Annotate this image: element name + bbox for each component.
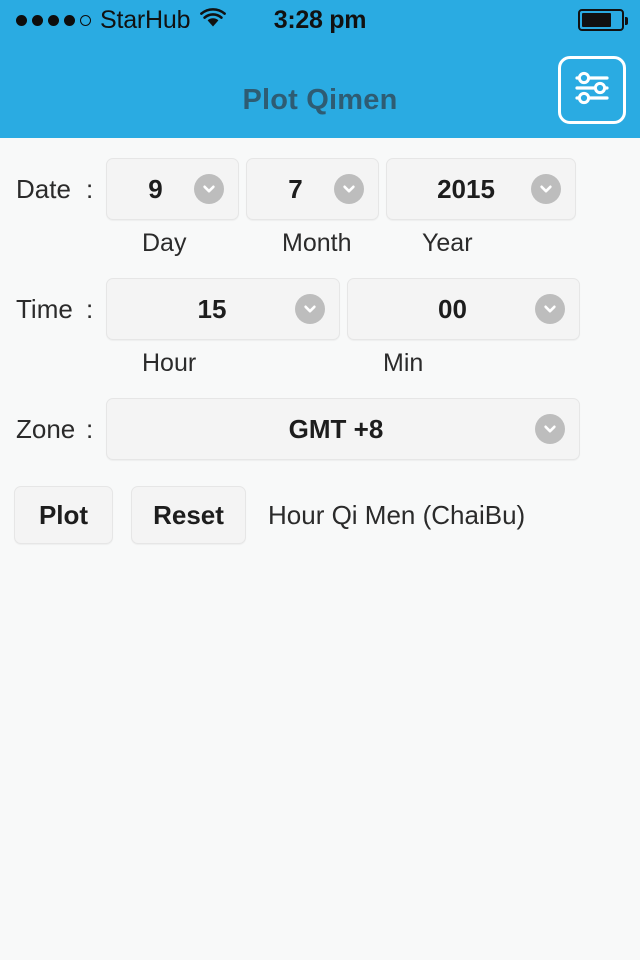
carrier-name: StarHub	[100, 5, 191, 34]
status-bar: StarHub 3:28 pm	[0, 0, 640, 40]
time-row-label: Time	[16, 294, 73, 324]
qimen-form: Date : 9 Day 7 Month 2015 Year Time: 15…	[0, 138, 640, 544]
date-row-label: Date	[16, 174, 71, 204]
wifi-icon	[199, 7, 227, 34]
time-row-colon: :	[86, 294, 94, 324]
chevron-down-icon[interactable]	[295, 294, 325, 324]
status-bar-right	[578, 9, 628, 31]
zone-value: GMT +8	[288, 413, 384, 444]
date-fields: 9 Day 7 Month 2015 Year	[106, 158, 576, 258]
hour-sub-label: Hour	[142, 349, 197, 377]
date-row: Date : 9 Day 7 Month 2015 Year	[0, 138, 640, 258]
hour-select[interactable]: 15	[106, 278, 340, 340]
app-screen: StarHub 3:28 pm Plot Qimen Date: 9 Day …	[0, 0, 640, 960]
chevron-down-icon[interactable]	[535, 414, 565, 444]
hour-value: 15	[197, 293, 227, 324]
day-sub-label: Day	[142, 229, 187, 257]
status-bar-left: StarHub	[16, 6, 227, 35]
month-value: 7	[288, 173, 303, 204]
zone-field-group: GMT +8	[106, 398, 580, 460]
year-select[interactable]: 2015	[386, 158, 576, 220]
zone-select[interactable]: GMT +8	[106, 398, 580, 460]
signal-dot-filled	[64, 14, 75, 26]
settings-button[interactable]	[558, 56, 626, 124]
minute-field-group: 00 Min	[347, 278, 580, 378]
date-row-colon: :	[86, 174, 94, 204]
signal-dot-filled	[16, 14, 27, 26]
month-sub-label: Month	[282, 229, 352, 257]
day-value: 9	[148, 173, 163, 204]
signal-dot-empty	[80, 14, 91, 26]
minute-value: 00	[438, 293, 467, 324]
time-row: Time : 15 Hour 00 Min	[0, 258, 640, 378]
chevron-down-icon[interactable]	[535, 294, 565, 324]
year-sub-label: Year	[422, 229, 473, 257]
year-field-group: 2015 Year	[386, 158, 576, 258]
month-select[interactable]: 7	[246, 158, 379, 220]
signal-dot-filled	[32, 14, 43, 26]
zone-row: Zone : GMT +8	[0, 378, 640, 460]
day-field-group: 9 Day	[106, 158, 239, 258]
month-field-group: 7 Month	[246, 158, 379, 258]
battery-icon	[578, 9, 628, 31]
zone-fields: GMT +8	[106, 398, 580, 460]
chevron-down-icon[interactable]	[531, 174, 561, 204]
signal-strength-icon	[16, 14, 91, 26]
chevron-down-icon[interactable]	[194, 174, 224, 204]
chevron-down-icon[interactable]	[334, 174, 364, 204]
year-value: 2015	[437, 173, 495, 204]
hour-field-group: 15 Hour	[106, 278, 340, 378]
reset-button[interactable]: Reset	[131, 486, 246, 544]
action-row: Plot Reset Hour Qi Men (ChaiBu)	[0, 460, 640, 544]
zone-row-colon: :	[86, 414, 94, 444]
signal-dot-filled	[48, 14, 59, 26]
chart-status-text: Hour Qi Men (ChaiBu)	[268, 499, 526, 530]
plot-button[interactable]: Plot	[14, 486, 113, 544]
nav-bar: Plot Qimen	[0, 40, 640, 138]
zone-row-label: Zone	[16, 414, 76, 444]
minute-sub-label: Min	[383, 349, 424, 377]
sliders-icon	[571, 67, 613, 114]
minute-select[interactable]: 00	[347, 278, 580, 340]
time-fields: 15 Hour 00 Min	[106, 278, 580, 378]
page-title: Plot Qimen	[242, 84, 398, 116]
day-select[interactable]: 9	[106, 158, 239, 220]
